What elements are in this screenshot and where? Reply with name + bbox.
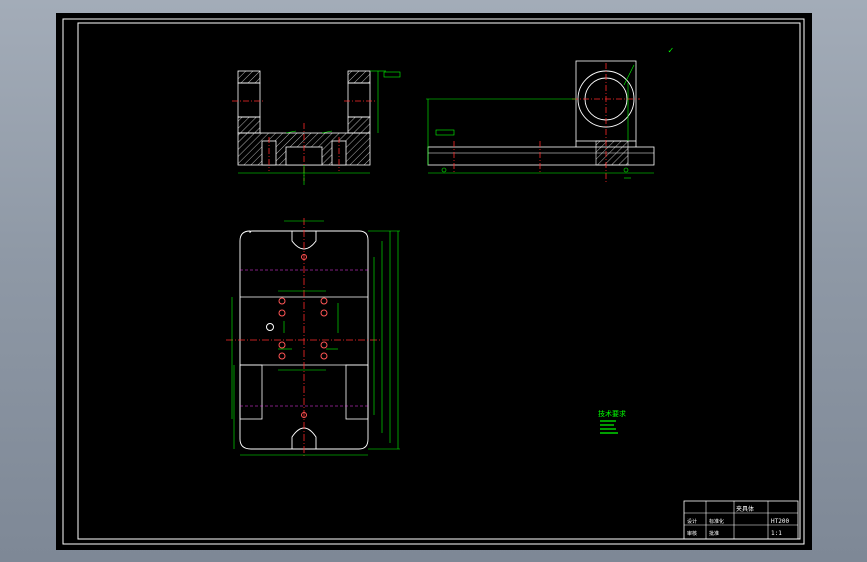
front-view[interactable] — [232, 70, 401, 185]
svg-text:标准化: 标准化 — [709, 518, 724, 525]
drawing-sheet[interactable]: ✓ 技术要求 夹具体 HT200 1:1 设计 审核 标准化 批准 — [56, 13, 812, 550]
svg-text:HT200: HT200 — [771, 518, 789, 525]
top-view[interactable] — [226, 218, 400, 457]
roughness-symbol: ✓ — [668, 46, 673, 56]
svg-text:审核: 审核 — [687, 530, 697, 537]
svg-text:技术要求: 技术要求 — [598, 409, 626, 418]
svg-text:1:1: 1:1 — [771, 530, 782, 537]
svg-text:批准: 批准 — [709, 530, 719, 537]
title-block[interactable]: 夹具体 HT200 1:1 设计 审核 标准化 批准 — [683, 500, 799, 540]
viewport[interactable]: ✓ 技术要求 夹具体 HT200 1:1 设计 审核 标准化 批准 — [0, 0, 867, 562]
side-view[interactable] — [426, 60, 655, 183]
inner-frame — [77, 22, 801, 540]
outer-frame — [62, 18, 805, 545]
svg-text:设计: 设计 — [687, 518, 697, 525]
svg-text:夹具体: 夹具体 — [736, 505, 754, 513]
cad-drawing[interactable]: ✓ 技术要求 夹具体 HT200 1:1 设计 审核 标准化 批准 — [56, 13, 812, 550]
technical-notes: 技术要求 — [598, 409, 626, 434]
